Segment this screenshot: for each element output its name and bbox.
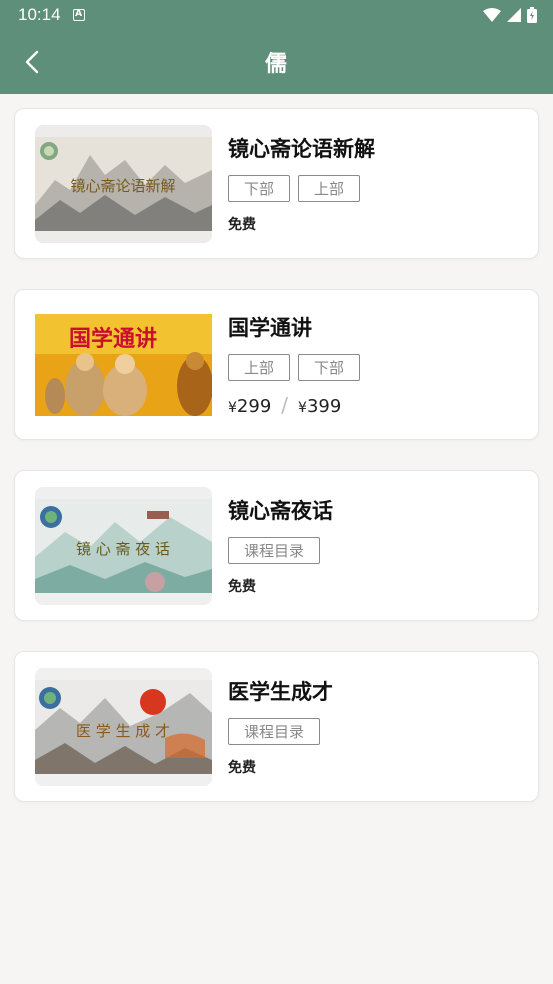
back-button[interactable] (18, 48, 46, 76)
status-icons (483, 7, 537, 23)
currency-symbol: ¥ (298, 400, 307, 416)
course-card[interactable]: 镜心斋论语新解 镜心斋论语新解 下部 上部 免费 (14, 108, 539, 259)
catalog-chip[interactable]: 课程目录 (228, 718, 321, 745)
course-title: 镜心斋夜话 (228, 499, 333, 523)
chevron-left-icon (25, 50, 39, 74)
course-card[interactable]: 医 学 生 成 才 医学生成才 课程目录 免费 (14, 651, 539, 802)
thumbnail-caption: 医 学 生 成 才 (76, 722, 170, 740)
thumbnail-caption: 镜 心 斋 夜 话 (76, 540, 170, 558)
currency-symbol: ¥ (228, 400, 237, 416)
price-part-a: 299 (236, 396, 272, 417)
price-label: 免费 (228, 217, 256, 233)
course-thumbnail: 医 学 生 成 才 (35, 667, 212, 786)
signal-icon (507, 8, 521, 22)
status-bar: 10:14 A (0, 0, 553, 30)
page-title: 儒 (264, 52, 288, 77)
part-chip[interactable]: 上部 (298, 175, 361, 202)
thumbnail-caption: 镜心斋论语新解 (70, 177, 175, 195)
catalog-chip[interactable]: 课程目录 (228, 537, 321, 564)
price-separator: / (281, 393, 289, 417)
price-row: ¥299 / ¥399 (228, 393, 518, 417)
price-part-b: 399 (306, 396, 342, 417)
price-label: 免费 (228, 760, 256, 776)
course-card[interactable]: 镜 心 斋 夜 话 镜心斋夜话 课程目录 免费 (14, 470, 539, 621)
app-bar: 儒 (0, 30, 553, 94)
course-title: 医学生成才 (228, 680, 333, 704)
battery-icon (527, 7, 537, 23)
thumbnail-caption: 国学通讲 (69, 326, 157, 352)
course-title: 国学通讲 (228, 316, 312, 340)
course-thumbnail: 镜心斋论语新解 (35, 124, 212, 243)
price-label: 免费 (228, 579, 256, 595)
part-chip[interactable]: 下部 (228, 175, 291, 202)
status-time: 10:14 (18, 5, 61, 24)
course-card[interactable]: 国学通讲 国学通讲 上部 下部 ¥299 / ¥399 (14, 289, 539, 440)
course-title: 镜心斋论语新解 (228, 137, 375, 161)
part-chip[interactable]: 上部 (228, 354, 291, 381)
notification-a-icon: A (72, 9, 85, 21)
wifi-icon (483, 8, 501, 22)
course-list: 镜心斋论语新解 镜心斋论语新解 下部 上部 免费 国学通讲 国学通讲 上部 下部… (0, 94, 553, 846)
part-chip[interactable]: 下部 (298, 354, 361, 381)
course-thumbnail: 国学通讲 (35, 305, 212, 424)
course-thumbnail: 镜 心 斋 夜 话 (35, 486, 212, 605)
